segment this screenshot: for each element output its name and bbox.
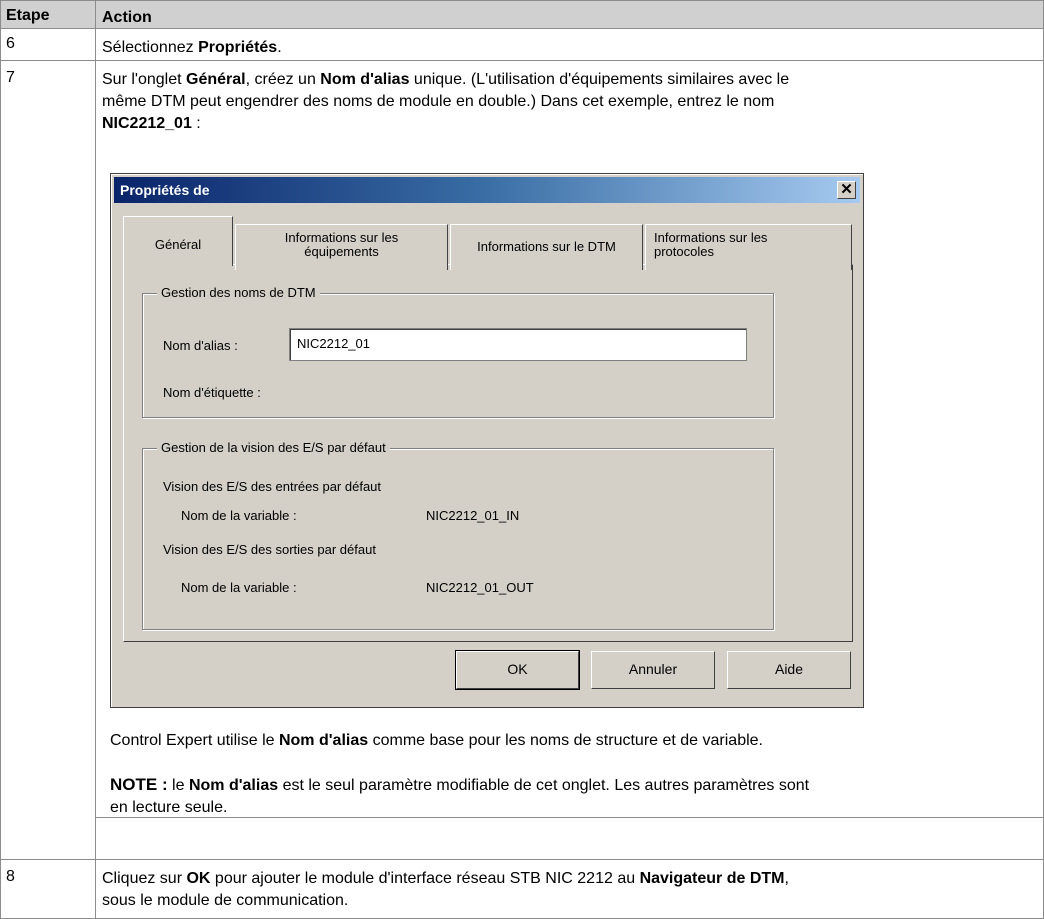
alias-input[interactable]: NIC2212_01 (289, 328, 747, 361)
properties-dialog: Propriétés de ✕ Gestion des noms de DTM … (110, 173, 864, 708)
cell-divider (96, 817, 1044, 818)
var-label-in: Nom de la variable : (181, 508, 297, 523)
alias-label: Nom d'alias : (163, 338, 238, 353)
tab-general[interactable]: Général (123, 216, 233, 266)
cancel-button[interactable]: Annuler (591, 651, 715, 689)
table-row-6: 6 Sélectionnez Propriétés. (0, 28, 1044, 61)
group-legend: Gestion de la vision des E/S par défaut (157, 440, 390, 455)
text: comme base pour les noms de structure et… (368, 732, 763, 749)
text: est le seul paramètre modifiable de cet … (278, 777, 810, 794)
step-number: 7 (1, 61, 96, 859)
tab-label: Général (154, 237, 202, 252)
paragraph-line: même DTM peut engendrer des noms de modu… (102, 93, 775, 110)
note-label: NOTE : (110, 775, 168, 794)
var-value-in: NIC2212_01_IN (426, 508, 520, 523)
io-vision-group: Gestion de la vision des E/S par défaut … (142, 440, 774, 630)
paragraph-line: Cliquez sur OK pour ajouter le module d'… (102, 868, 1037, 890)
group-legend: Gestion des noms de DTM (157, 285, 320, 300)
table-row-8: 8 Cliquez sur OK pour ajouter le module … (0, 859, 1044, 919)
bold-term: Navigateur de DTM (639, 870, 785, 887)
step-number: 8 (1, 860, 96, 918)
outputs-heading: Vision des E/S des sorties par défaut (163, 542, 376, 557)
tab-protocol-info[interactable]: Informations sur les protocoles (645, 224, 852, 270)
text: : (191, 115, 201, 132)
paragraph-line: Sur l'onglet Général, créez un Nom d'ali… (102, 69, 1037, 91)
tab-panel: Gestion des noms de DTM Nom d'alias : NI… (123, 264, 853, 642)
bold-term: Propriétés (198, 39, 278, 56)
dtm-names-group: Gestion des noms de DTM Nom d'alias : NI… (142, 285, 774, 418)
step-text: Sélectionnez Propriétés. (96, 29, 1043, 60)
step-text: Cliquez sur OK pour ajouter le module d'… (96, 860, 1043, 918)
note-paragraph: NOTE : le Nom d'alias est le seul paramè… (110, 774, 1040, 819)
text: , créez un (245, 71, 321, 88)
var-label-out: Nom de la variable : (181, 580, 297, 595)
paragraph-line: en lecture seule. (110, 799, 228, 816)
text: pour ajouter le module d'interface résea… (210, 870, 640, 887)
header-action: Action (102, 9, 152, 26)
close-icon[interactable]: ✕ (837, 181, 856, 199)
bold-term: Nom d'alias (188, 777, 279, 794)
text: Sur l'onglet (102, 71, 186, 88)
bold-term: Nom d'alias (278, 732, 369, 749)
bold-term: Nom d'alias (320, 71, 410, 88)
tab-dtm-info[interactable]: Informations sur le DTM (450, 224, 643, 270)
paragraph-line: NOTE : le Nom d'alias est le seul paramè… (110, 774, 1040, 797)
ok-button[interactable]: OK (455, 650, 580, 690)
text: unique. (L'utilisation d'équipements sim… (409, 71, 790, 88)
text: , (784, 870, 789, 887)
table-header-row: Etape Action (0, 0, 1044, 29)
dialog-title: Propriétés de (120, 182, 210, 198)
var-value-out: NIC2212_01_OUT (426, 580, 534, 595)
tab-label: Informations sur les (284, 230, 399, 245)
tab-label: Informations sur les (654, 230, 768, 245)
dialog-title-bar: Propriétés de ✕ (114, 177, 860, 203)
paragraph: Control Expert utilise le Nom d'alias co… (110, 732, 1040, 750)
text: Sélectionnez (102, 39, 199, 56)
inputs-heading: Vision des E/S des entrées par défaut (163, 479, 382, 494)
tab-label: équipements (304, 244, 379, 259)
paragraph-line: NIC2212_01 : (102, 113, 1037, 135)
text: . (277, 39, 282, 56)
tab-label: protocoles (654, 244, 714, 259)
text: le (167, 777, 189, 794)
bold-term: Général (186, 71, 246, 88)
bold-term: NIC2212_01 (102, 115, 192, 132)
text: Cliquez sur (102, 870, 187, 887)
help-button[interactable]: Aide (727, 651, 851, 689)
header-step: Etape (1, 1, 96, 28)
paragraph-line: sous le module de communication. (102, 892, 349, 909)
tag-label: Nom d'étiquette : (163, 385, 261, 400)
tab-equipment-info[interactable]: Informations sur les équipements (235, 224, 448, 270)
text: Control Expert utilise le (110, 732, 279, 749)
tab-label: Informations sur le DTM (477, 239, 616, 254)
step-number: 6 (1, 29, 96, 60)
bold-term: OK (186, 870, 211, 887)
